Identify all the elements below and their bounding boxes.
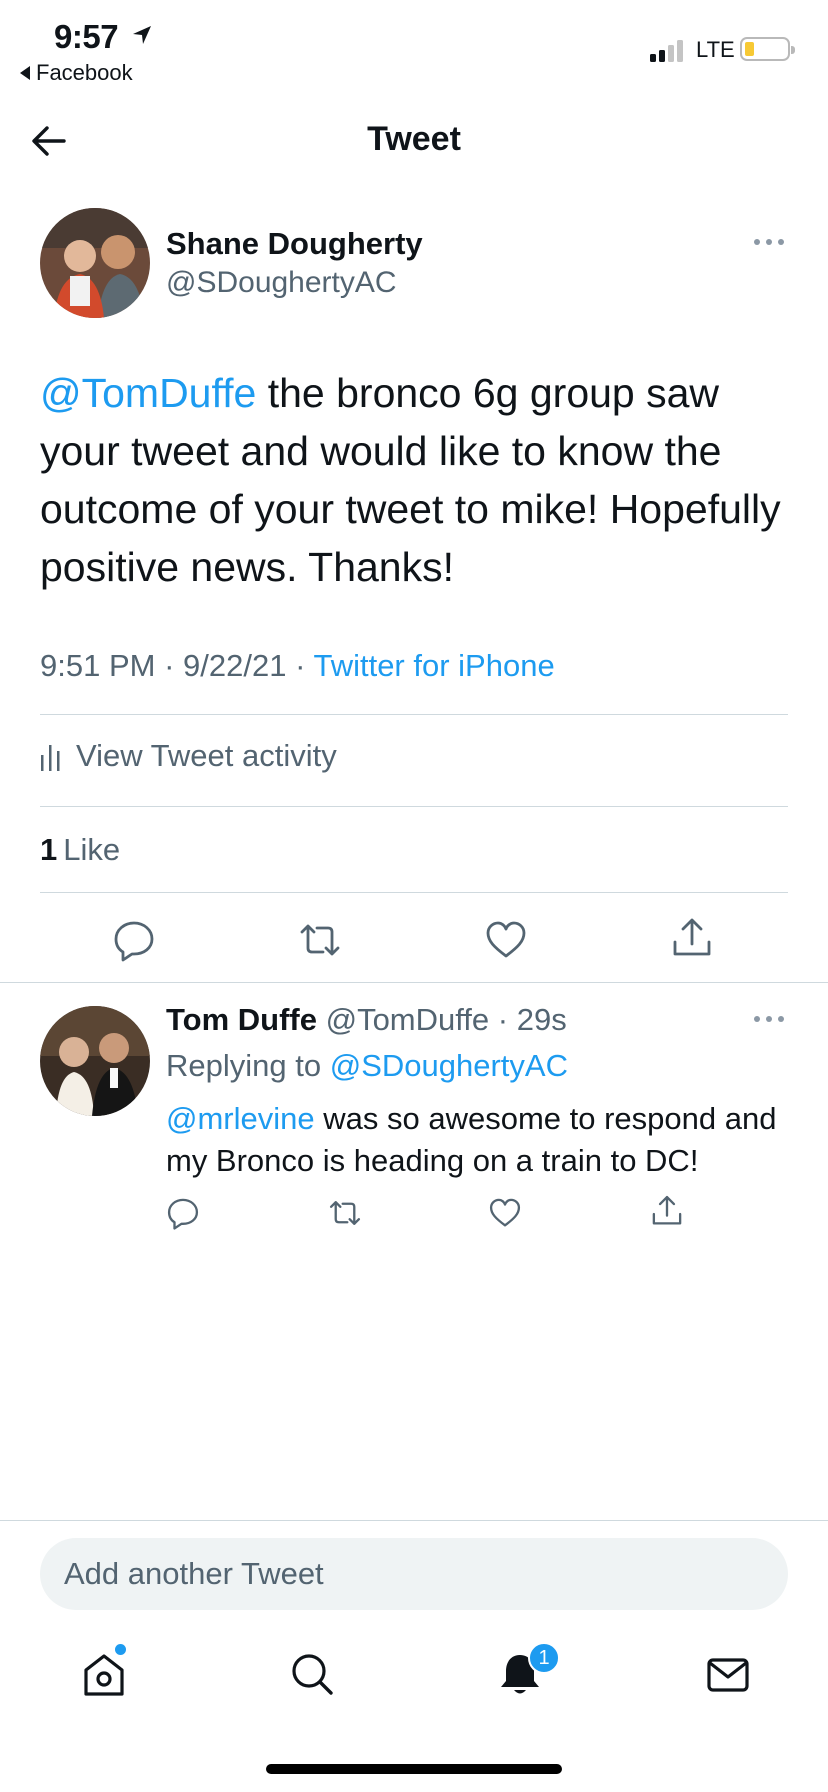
tweet-time: 9:51 PM — [40, 648, 156, 683]
back-app-label: Facebook — [36, 60, 133, 85]
tweet-text: @TomDuffe the bronco 6g group saw your t… — [40, 364, 800, 596]
divider — [40, 806, 788, 807]
tweet-source-link[interactable]: Twitter for iPhone — [313, 648, 554, 683]
messages-envelope-icon[interactable] — [704, 1650, 752, 1698]
notification-badge: 1 — [528, 1642, 560, 1674]
replying-to: Replying to @SDoughertyAC — [166, 1048, 568, 1084]
cellular-signal-icon — [650, 40, 683, 62]
reply-header: Tom Duffe @TomDuffe · 29s — [166, 1002, 567, 1037]
reply-author-handle[interactable]: @TomDuffe — [326, 1002, 490, 1037]
home-icon[interactable] — [80, 1650, 128, 1698]
like-icon[interactable] — [488, 1196, 522, 1230]
home-unread-dot — [115, 1644, 126, 1655]
page-title: Tweet — [367, 120, 461, 158]
status-time: 9:57 — [54, 18, 119, 55]
more-options-icon[interactable] — [752, 1014, 786, 1024]
mention-link[interactable]: @TomDuffe — [40, 370, 256, 416]
divider — [40, 892, 788, 893]
likes-count[interactable]: 1 Like — [40, 832, 120, 868]
like-label: Like — [63, 832, 121, 867]
location-arrow-icon — [133, 26, 151, 44]
view-tweet-activity[interactable]: View Tweet activity — [40, 738, 337, 774]
more-options-icon[interactable] — [752, 237, 786, 247]
avatar-photo — [40, 1006, 150, 1116]
avatar[interactable] — [40, 1006, 150, 1116]
nav-bar: Tweet — [0, 96, 828, 186]
retweet-icon[interactable] — [328, 1196, 362, 1230]
like-icon[interactable] — [484, 918, 528, 962]
battery-fill — [745, 42, 754, 56]
tweet-meta: 9:51 PM · 9/22/21 · Twitter for iPhone — [40, 648, 555, 683]
battery-icon — [740, 37, 795, 61]
avatar-photo — [40, 208, 150, 318]
compose-reply-box[interactable] — [40, 1538, 788, 1610]
divider — [0, 982, 828, 983]
back-triangle-icon — [20, 66, 30, 80]
analytics-icon — [41, 745, 60, 771]
reply-time: 29s — [516, 1002, 567, 1037]
replying-prefix: Replying to — [166, 1048, 330, 1083]
author-name[interactable]: Shane Dougherty — [166, 226, 423, 262]
replying-to-link[interactable]: @SDoughertyAC — [330, 1048, 568, 1083]
status-bar: 9:57 Facebook LTE — [0, 0, 828, 96]
share-icon[interactable] — [650, 1194, 684, 1228]
search-icon[interactable] — [288, 1650, 336, 1698]
network-type: LTE — [696, 37, 735, 62]
reply-author-name[interactable]: Tom Duffe — [166, 1002, 317, 1037]
divider — [0, 1520, 828, 1521]
compose-input[interactable] — [40, 1538, 788, 1610]
reply-icon[interactable] — [112, 918, 156, 962]
back-to-app-link[interactable]: Facebook — [20, 60, 133, 86]
tweet-date: 9/22/21 — [183, 648, 287, 683]
share-icon[interactable] — [670, 916, 714, 960]
author-handle[interactable]: @SDoughertyAC — [166, 266, 397, 300]
mention-link[interactable]: @mrlevine — [166, 1101, 315, 1136]
reply-text: @mrlevine was so awesome to respond and … — [166, 1098, 796, 1182]
retweet-icon[interactable] — [298, 918, 342, 962]
avatar[interactable] — [40, 208, 150, 318]
activity-label: View Tweet activity — [76, 738, 337, 773]
home-indicator[interactable] — [266, 1764, 562, 1774]
reply-icon[interactable] — [166, 1196, 200, 1230]
divider — [40, 714, 788, 715]
like-count: 1 — [40, 832, 58, 867]
